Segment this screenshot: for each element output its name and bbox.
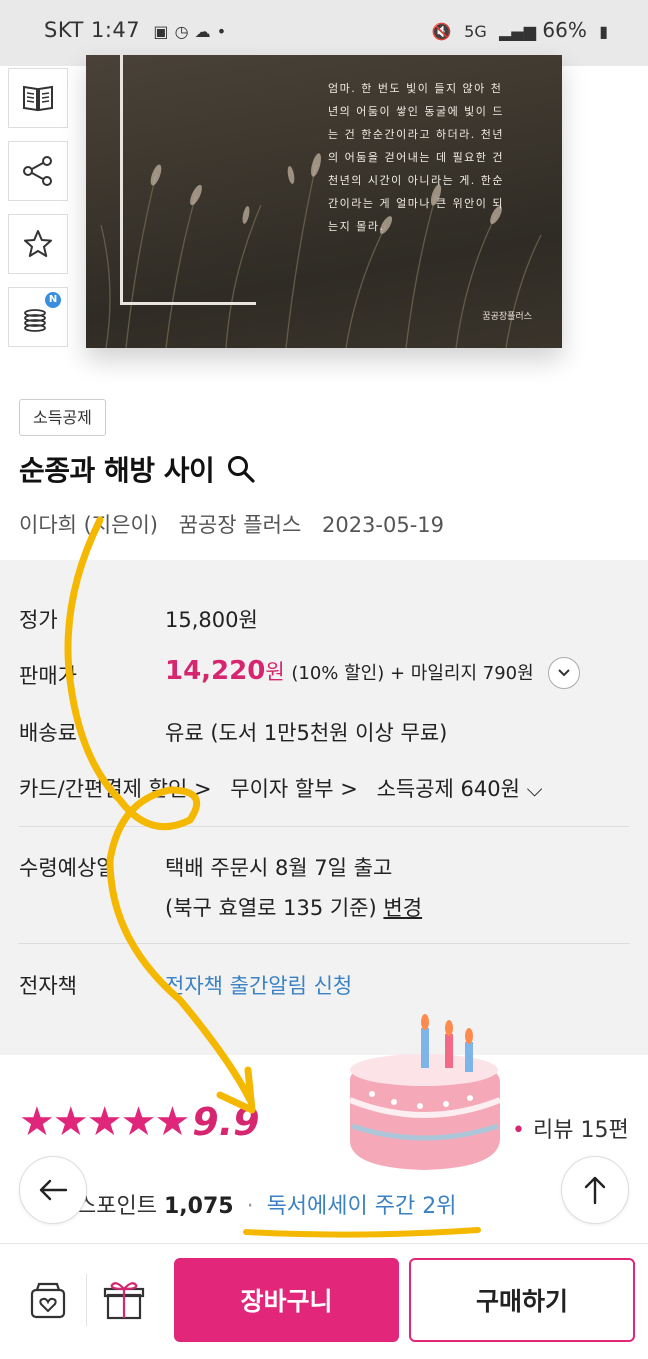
author-link[interactable]: 이다희 (지은이) bbox=[19, 513, 158, 537]
delivery-address: (북구 효열로 135 기준) 변경 bbox=[165, 892, 422, 922]
sale-price-unit: 원 bbox=[265, 660, 285, 684]
book-meta: 이다희 (지은이) 꿈공장 플러스 2023-05-19 bbox=[19, 509, 458, 539]
arrow-left-icon bbox=[39, 1179, 68, 1201]
back-button[interactable] bbox=[19, 1156, 87, 1224]
chevron-right-icon: > bbox=[340, 777, 358, 801]
add-to-cart-button[interactable]: 장바구니 bbox=[174, 1258, 399, 1342]
cover-frame-line bbox=[120, 55, 256, 305]
star-filled-icon: ★ bbox=[154, 1099, 191, 1145]
heart-box-icon bbox=[30, 1282, 66, 1319]
address-change-link[interactable]: 변경 bbox=[383, 896, 422, 920]
publisher-link[interactable]: 꿈공장 플러스 bbox=[179, 513, 302, 537]
divider bbox=[19, 826, 629, 827]
benefit-row: 카드/간편결제 할인 > 무이자 할부 > 소득공제 640원 ⌵ bbox=[19, 773, 543, 803]
star-filled-icon: ★ bbox=[52, 1099, 89, 1145]
sale-price-extra: (10% 할인) + 마일리지 790원 bbox=[291, 663, 534, 684]
ebook-notify-link[interactable]: 전자책 출간알림 신청 bbox=[165, 970, 352, 1000]
title-row: 순종과 해방 사이 bbox=[19, 449, 256, 489]
rating-score: 9.9 bbox=[192, 1100, 260, 1144]
delivery-value: 택배 주문시 8월 7일 출고 bbox=[165, 856, 393, 880]
delivery-address-text: (북구 효열로 135 기준) bbox=[165, 896, 377, 920]
list-price-value: 15,800원 bbox=[165, 608, 258, 632]
new-badge: N bbox=[45, 292, 61, 308]
wishlist-button[interactable] bbox=[8, 214, 68, 274]
bottom-action-bar: 장바구니 구매하기 bbox=[0, 1243, 648, 1359]
sales-point-value: 1,075 bbox=[163, 1194, 234, 1219]
mute-icon: 🔇 bbox=[431, 22, 452, 41]
chevron-down-icon: ⌵ bbox=[526, 777, 543, 801]
sale-price-group: 14,220원 (10% 할인) + 마일리지 790원 bbox=[165, 656, 581, 689]
sale-price-value: 14,220 bbox=[165, 656, 266, 686]
preview-button[interactable] bbox=[8, 68, 68, 128]
shipping-label: 배송료 bbox=[19, 721, 77, 745]
star-filled-icon: ★ bbox=[120, 1099, 157, 1145]
card-discount-link[interactable]: 카드/간편결제 할인 > bbox=[19, 777, 212, 801]
book-cover-image[interactable]: 엄마. 한 번도 빛이 들지 않아 천 년의 어둠이 쌓인 동굴에 빛이 드 는… bbox=[86, 55, 562, 348]
star-filled-icon: ★ bbox=[86, 1099, 123, 1145]
bestseller-rank-link[interactable]: 독서에세이 주간 2위 bbox=[267, 1194, 457, 1219]
book-title: 순종과 해방 사이 bbox=[19, 454, 215, 487]
points-button[interactable]: N bbox=[8, 287, 68, 347]
list-price-label: 정가 bbox=[19, 608, 58, 632]
installment-label: 무이자 할부 bbox=[230, 777, 334, 801]
card-discount-label: 카드/간편결제 할인 bbox=[19, 777, 188, 801]
chevron-right-icon: > bbox=[194, 777, 212, 801]
rank-underline-drawing bbox=[243, 1227, 481, 1238]
divider bbox=[86, 1274, 87, 1326]
ebook-label: 전자책 bbox=[19, 974, 77, 998]
chevron-down-icon bbox=[558, 669, 571, 677]
cover-publisher-mark: 꿈공장플러스 bbox=[482, 312, 532, 322]
battery-icon: ▮ bbox=[599, 22, 608, 41]
divider bbox=[19, 943, 629, 944]
carrier: SKT bbox=[44, 18, 84, 42]
gift-button[interactable] bbox=[100, 1276, 148, 1324]
price-info-section: 정가 15,800원 판매가 14,220원 (10% 할인) + 마일리지 7… bbox=[0, 560, 648, 1055]
separator-dot: · bbox=[246, 1194, 254, 1219]
mileage-expand-button[interactable] bbox=[548, 657, 581, 689]
tax-deduction-tag: 소득공제 bbox=[19, 399, 106, 436]
installment-link[interactable]: 무이자 할부 > bbox=[230, 777, 358, 801]
arrow-up-icon bbox=[584, 1176, 606, 1205]
sale-price-label: 판매가 bbox=[19, 664, 77, 688]
rating-stars: ★ ★ ★ ★ ★ 9.9 bbox=[19, 1100, 260, 1144]
shipping-value: 유료 (도서 1만5천원 이상 무료) bbox=[165, 721, 448, 745]
search-icon bbox=[228, 456, 255, 483]
star-filled-icon: ★ bbox=[19, 1099, 55, 1145]
status-left: SKT 1:47 ▣ ◷ ☁ • bbox=[44, 18, 227, 42]
scroll-top-button[interactable] bbox=[561, 1156, 629, 1224]
battery-level: 66% bbox=[542, 18, 587, 42]
bullet-dot: • bbox=[512, 1118, 525, 1143]
tax-deduction-label: 소득공제 640원 bbox=[376, 777, 520, 801]
status-right: 🔇 5G ▂▄▆ 66% ▮ bbox=[426, 18, 608, 42]
delivery-label: 수령예상일 bbox=[19, 856, 116, 880]
gift-icon bbox=[103, 1282, 145, 1320]
share-button[interactable] bbox=[8, 141, 68, 201]
book-preview-icon bbox=[23, 85, 53, 112]
review-count-link[interactable]: • 리뷰 15편 bbox=[512, 1112, 629, 1144]
review-count: 리뷰 15편 bbox=[532, 1118, 629, 1143]
publish-date: 2023-05-19 bbox=[321, 513, 445, 537]
side-toolbar: N bbox=[8, 66, 70, 360]
buy-now-button[interactable]: 구매하기 bbox=[409, 1258, 635, 1342]
share-icon bbox=[23, 156, 52, 186]
signal-icon: ▂▄▆ bbox=[499, 22, 537, 41]
cover-quote: 엄마. 한 번도 빛이 들지 않아 천 년의 어둠이 쌓인 동굴에 빛이 드 는… bbox=[328, 82, 505, 233]
star-outline-icon bbox=[24, 230, 52, 257]
storage-button[interactable] bbox=[24, 1276, 72, 1324]
sales-info: 스포인트 1,075 · 독서에세이 주간 2위 bbox=[76, 1188, 456, 1220]
tax-deduction-dropdown[interactable]: 소득공제 640원 ⌵ bbox=[377, 777, 543, 801]
notification-icons: ▣ ◷ ☁ • bbox=[153, 22, 227, 41]
sales-point-label: 스포인트 bbox=[76, 1194, 157, 1219]
title-search-button[interactable] bbox=[226, 454, 256, 484]
clock: 1:47 bbox=[91, 18, 141, 42]
network-label: 5G bbox=[464, 22, 487, 41]
